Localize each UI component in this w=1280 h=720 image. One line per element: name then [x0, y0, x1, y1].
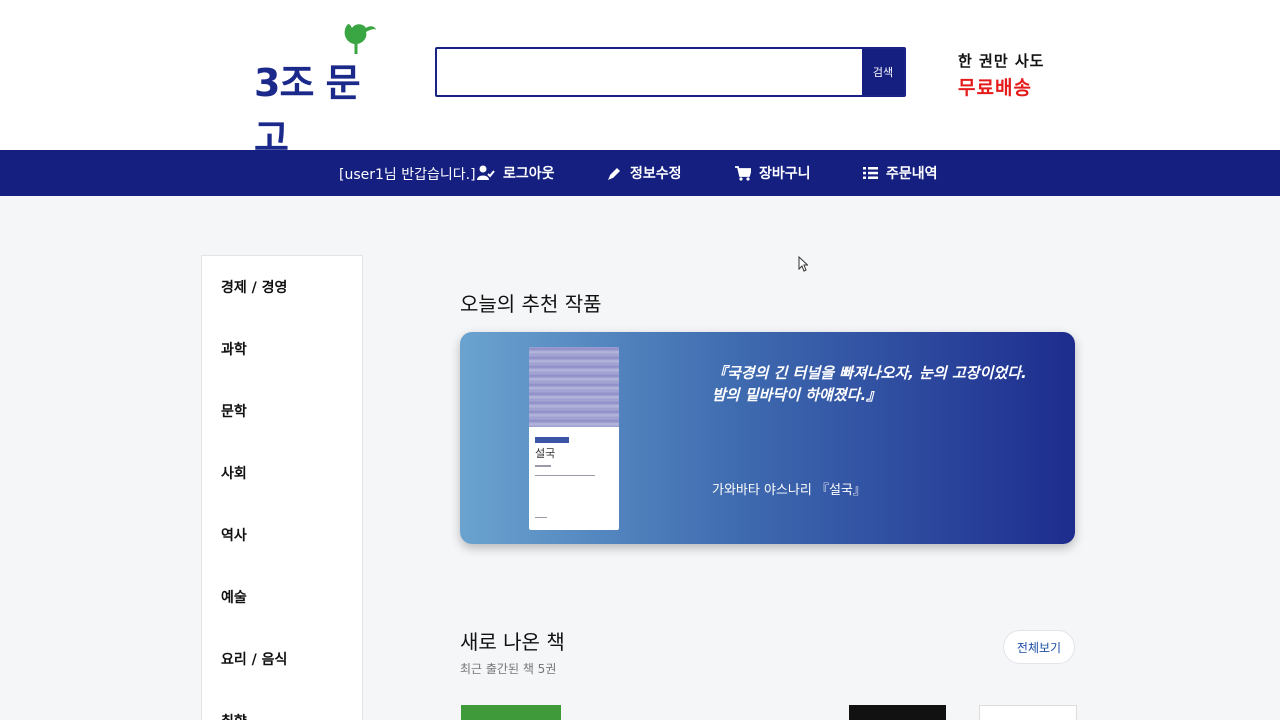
- cart-icon: [735, 165, 751, 181]
- user-greeting: [user1님 반갑습니다.]: [339, 167, 476, 183]
- new-books-title: 새로 나온 책: [460, 630, 565, 654]
- category-economy[interactable]: 경제 / 경영: [221, 277, 287, 297]
- promo-line-1: 한 권만 사도: [958, 52, 1045, 70]
- list-icon: [863, 167, 878, 179]
- search-bar: 검색: [435, 47, 906, 97]
- search-button[interactable]: 검색: [862, 49, 904, 95]
- logo-text: 3조 문고: [254, 61, 361, 160]
- category-sidebar: 경제 / 경영 과학 문학 사회 역사 예술 요리 / 음식 취향: [201, 255, 363, 720]
- quote-line-1: 『국경의 긴 터널을 빠져나오자, 눈의 고장이었다.: [712, 364, 1027, 382]
- new-book-thumbnail[interactable]: [979, 705, 1077, 720]
- pencil-icon: [608, 167, 620, 180]
- book-cover[interactable]: 설국: [529, 347, 619, 530]
- search-input[interactable]: [437, 49, 862, 95]
- category-literature[interactable]: 문학: [221, 401, 247, 421]
- recommend-title: 오늘의 추천 작품: [460, 292, 602, 316]
- book-cover-title: 설국: [535, 447, 556, 460]
- recommend-card[interactable]: 설국 『국경의 긴 터널을 빠져나오자, 눈의 고장이었다. 밤의 밑바닥이 하…: [460, 332, 1075, 544]
- free-shipping-banner: 한 권만 사도 무료배송: [958, 50, 1044, 100]
- category-hobby[interactable]: 취향: [221, 711, 247, 720]
- cart-button[interactable]: 장바구니: [735, 163, 811, 183]
- quote-line-2: 밤의 밑바닥이 하얘졌다.』: [712, 386, 882, 404]
- category-science[interactable]: 과학: [221, 339, 247, 359]
- book-cover-tag: [535, 437, 569, 443]
- mouse-cursor-icon: [798, 256, 808, 272]
- top-navbar: [user1님 반갑습니다.] 로그아웃 정보수정 장바구니 주문내역: [0, 150, 1280, 196]
- book-cover-art: [529, 347, 619, 427]
- edit-profile-button[interactable]: 정보수정: [607, 163, 682, 183]
- book-cover-line: [535, 517, 547, 518]
- logout-button[interactable]: 로그아웃: [477, 163, 555, 183]
- site-header: 3조 문고 검색 한 권만 사도 무료배송: [0, 0, 1280, 160]
- new-book-thumbnail[interactable]: [849, 705, 946, 720]
- promo-line-2: 무료배송: [958, 77, 1032, 99]
- leaf-icon: [344, 24, 376, 54]
- user-check-icon: [477, 165, 495, 180]
- book-cover-line: [535, 465, 551, 467]
- new-book-thumbnail[interactable]: [461, 705, 561, 720]
- category-cooking[interactable]: 요리 / 음식: [221, 649, 287, 669]
- category-society[interactable]: 사회: [221, 463, 247, 483]
- recommend-author: 가와바타 야스나리 『설국』: [712, 483, 866, 498]
- cart-label: 장바구니: [759, 166, 811, 182]
- order-history-button[interactable]: 주문내역: [863, 163, 938, 183]
- edit-profile-label: 정보수정: [630, 166, 682, 182]
- new-books-subtitle: 최근 출간된 책 5권: [460, 662, 557, 676]
- site-logo[interactable]: 3조 문고: [254, 22, 384, 160]
- view-all-button[interactable]: 전체보기: [1003, 630, 1075, 664]
- book-cover-line: [535, 475, 595, 476]
- logout-label: 로그아웃: [503, 166, 555, 182]
- category-art[interactable]: 예술: [221, 587, 247, 607]
- category-history[interactable]: 역사: [221, 525, 247, 545]
- order-history-label: 주문내역: [886, 166, 938, 182]
- recommend-quote: 『국경의 긴 터널을 빠져나오자, 눈의 고장이었다. 밤의 밑바닥이 하얘졌다…: [712, 362, 1052, 406]
